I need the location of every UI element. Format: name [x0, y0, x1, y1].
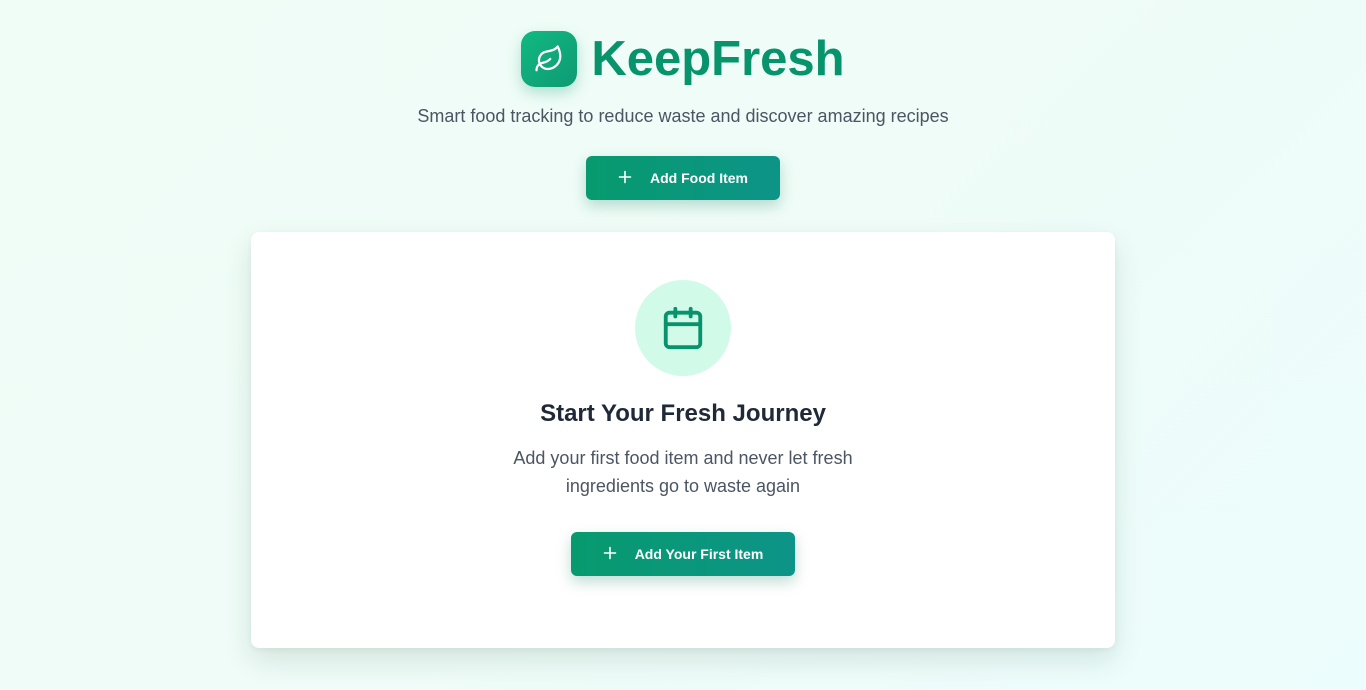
empty-state-icon-circle: [635, 280, 731, 376]
brand: KeepFresh: [0, 31, 1366, 87]
add-food-item-button[interactable]: Add Food Item: [586, 156, 780, 200]
app-title: KeepFresh: [591, 32, 845, 86]
calendar-icon: [660, 305, 706, 351]
empty-state-description: Add your first food item and never let f…: [513, 448, 853, 496]
add-first-item-label: Add Your First Item: [634, 546, 764, 562]
empty-state-card: Start Your Fresh Journey Add your first …: [251, 232, 1115, 648]
add-first-item-button[interactable]: Add Your First Item: [571, 532, 795, 576]
leaf-icon: [534, 44, 564, 74]
plus-icon: [618, 168, 632, 188]
empty-state-title: Start Your Fresh Journey: [540, 400, 826, 427]
add-food-item-label: Add Food Item: [650, 170, 748, 186]
plus-icon: [603, 544, 617, 564]
app-tagline: Smart food tracking to reduce waste and …: [417, 106, 949, 126]
app-logo: [521, 31, 578, 87]
